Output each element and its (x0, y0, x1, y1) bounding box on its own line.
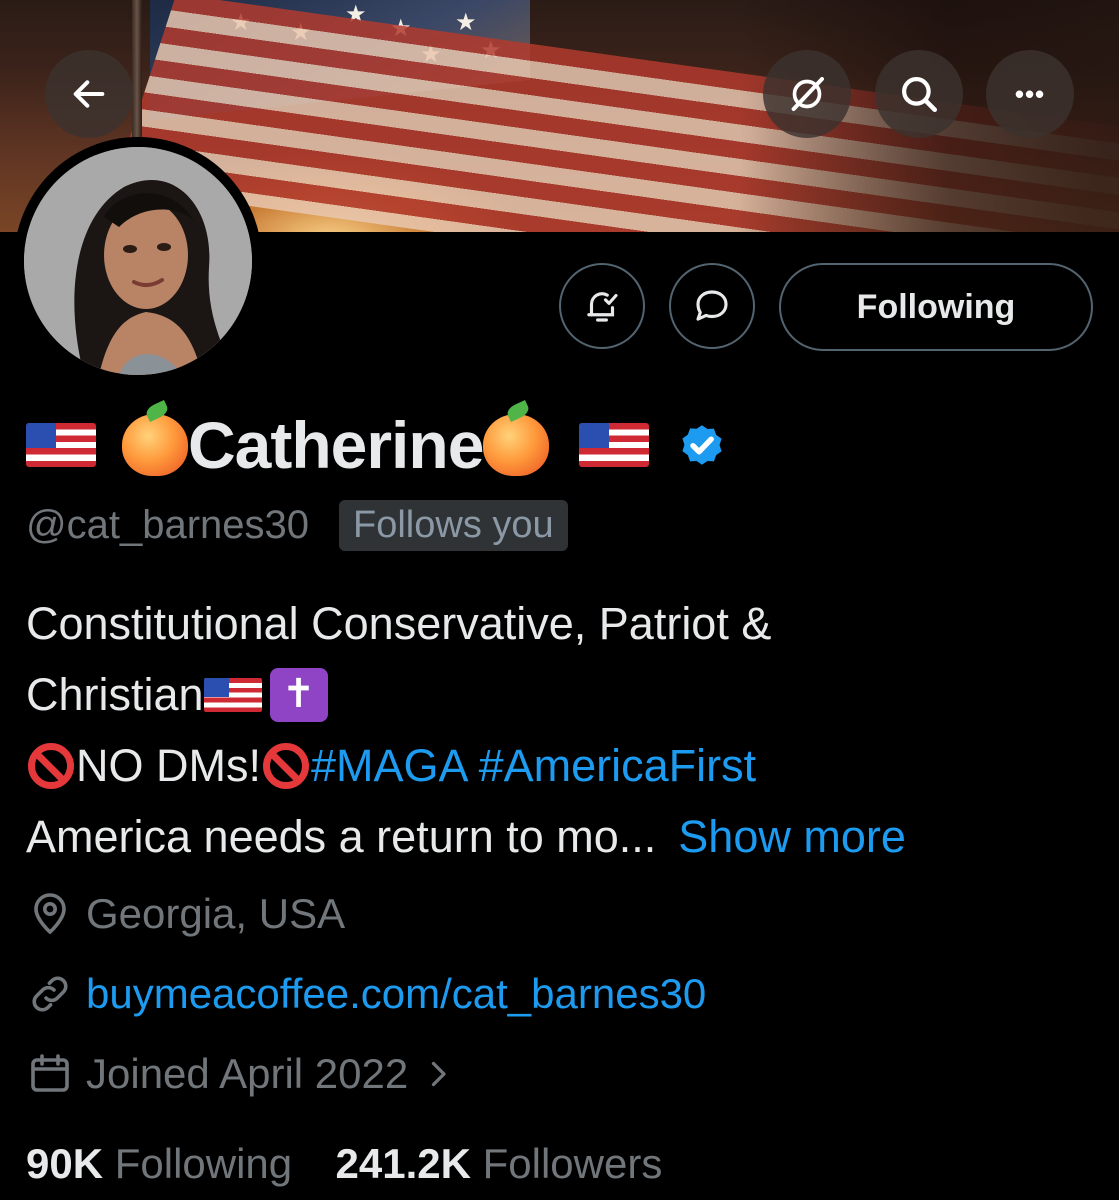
joined-text: Joined April 2022 (86, 1050, 409, 1097)
bio-line: Christian ✝ (26, 659, 1086, 730)
bio-hashtags[interactable]: #MAGA #AmericaFirst (311, 730, 756, 801)
following-button[interactable]: Following (779, 263, 1093, 351)
peach-icon (122, 414, 188, 476)
bell-check-icon (587, 292, 618, 322)
handle-row: @cat_barnes30 Follows you (26, 495, 568, 555)
grok-button[interactable] (763, 50, 851, 138)
more-icon: ••• (1014, 78, 1046, 109)
prohibited-icon (28, 742, 74, 789)
website-row: buymeacoffee.com/cat_barnes30 (26, 970, 706, 1018)
show-more-link[interactable]: Show more (678, 801, 906, 872)
followers-count-link[interactable]: 241.2K Followers (336, 1140, 663, 1187)
us-flag-icon (579, 423, 650, 467)
following-label: Following (114, 1140, 293, 1187)
location-pin-icon (34, 893, 66, 935)
notifications-button[interactable] (559, 263, 645, 349)
chat-bubble-icon (696, 290, 728, 321)
bio-line: NO DMs! #MAGA #AmericaFirst (26, 730, 1086, 801)
verified-badge-icon[interactable] (675, 418, 729, 472)
grok-icon (791, 77, 824, 111)
peach-icon (483, 414, 550, 476)
us-flag-icon (26, 423, 96, 467)
display-name: Catherine (188, 408, 484, 482)
prohibited-icon (263, 742, 309, 789)
calendar-icon (31, 1054, 69, 1092)
display-name-row: Catherine (26, 405, 729, 485)
bio-text: NO DMs! (76, 740, 261, 791)
website-link[interactable]: buymeacoffee.com/cat_barnes30 (86, 970, 706, 1018)
followers-count: 241.2K (335, 1140, 471, 1187)
profile-bio: Constitutional Conservative, Patriot & C… (26, 588, 1086, 872)
location-row: Georgia, USA (26, 890, 345, 938)
follow-counts: 90K Following 241.2K Followers (26, 1140, 662, 1188)
search-icon (902, 77, 938, 113)
avatar-photo (24, 147, 252, 375)
bio-text: Constitutional Conservative, Patriot & (26, 598, 772, 649)
avatar[interactable] (24, 147, 252, 375)
follows-you-badge: Follows you (339, 499, 568, 551)
search-button[interactable] (875, 50, 963, 138)
more-button[interactable]: ••• (986, 50, 1074, 138)
message-button[interactable] (669, 263, 755, 349)
link-icon (32, 976, 68, 1012)
chevron-right-icon (432, 1061, 446, 1087)
following-count-link[interactable]: 90K Following (26, 1140, 292, 1187)
followers-label: Followers (482, 1140, 663, 1187)
bio-line: America needs a return to mo... Show mor… (26, 801, 1086, 872)
bio-line: Constitutional Conservative, Patriot & (26, 588, 1086, 659)
us-flag-icon (203, 677, 262, 712)
back-button[interactable] (45, 50, 133, 138)
joined-row[interactable]: Joined April 2022 (26, 1050, 468, 1098)
following-count: 90K (26, 1140, 104, 1187)
bio-text: America needs a return to mo... (26, 811, 657, 862)
location-text: Georgia, USA (86, 890, 346, 937)
arrow-left-icon (73, 80, 105, 108)
latin-cross-icon: ✝ (269, 667, 328, 722)
username-handle: @cat_barnes30 (26, 502, 310, 547)
bio-text: Christian (26, 669, 204, 720)
